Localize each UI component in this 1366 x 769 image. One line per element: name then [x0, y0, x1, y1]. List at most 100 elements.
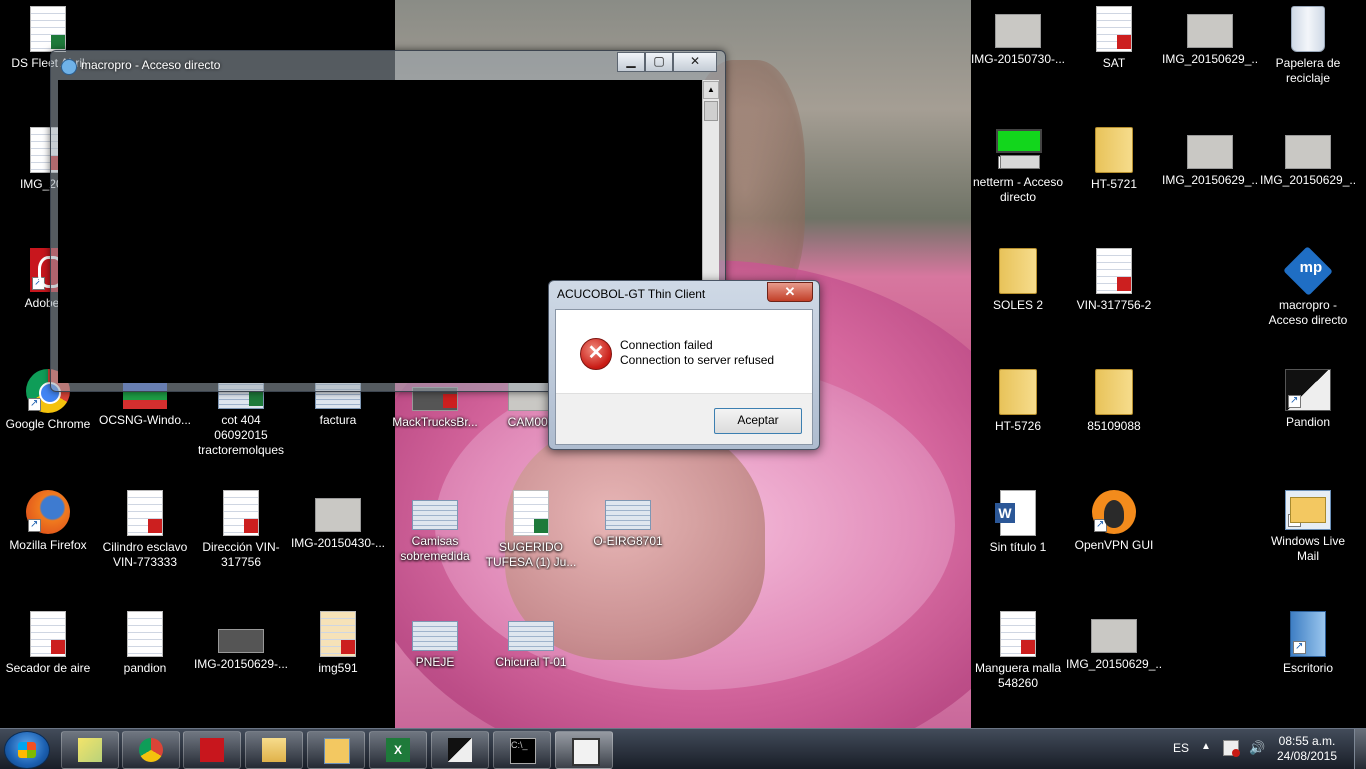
desktop-icon-cilindro[interactable]: Cilindro esclavo VIN-773333	[97, 490, 193, 570]
desktop-icon-camisas[interactable]: Camisas sobremedida	[387, 490, 483, 564]
error-dialog[interactable]: ACUCOBOL-GT Thin Client ✕ ✕ Connection f…	[548, 280, 820, 450]
dialog-title: ACUCOBOL-GT Thin Client	[557, 287, 706, 301]
dialog-message: Connection failed Connection to server r…	[620, 338, 774, 368]
taskbar-chrome[interactable]	[122, 731, 180, 769]
message-line-2: Connection to server refused	[620, 353, 775, 367]
excel-file-icon	[30, 6, 66, 52]
desktop-icon-direccion[interactable]: Dirección VIN-317756	[193, 490, 289, 570]
desktop-icon-img-20150629-dash[interactable]: IMG-20150629-...	[193, 611, 289, 672]
desktop-icon-netterm[interactable]: netterm - Acceso directo	[970, 127, 1066, 205]
desktop-icon-pandion[interactable]: Pandion	[1260, 369, 1356, 430]
taskbar-macropro-active[interactable]	[555, 731, 613, 769]
dialog-close-button[interactable]: ✕	[767, 282, 813, 302]
sticky-notes-icon	[78, 738, 102, 762]
taskbar-cmd[interactable]: C:\_	[493, 731, 551, 769]
desktop-icon-chicural[interactable]: Chicural T-01	[483, 611, 579, 670]
desktop-icon-vin-317756-2[interactable]: VIN-317756-2	[1066, 248, 1162, 313]
desktop-icon-firefox[interactable]: Mozilla Firefox	[0, 490, 96, 553]
clock-time: 08:55 a.m.	[1278, 734, 1336, 748]
image-file-icon	[412, 500, 458, 530]
multi-window-icon	[572, 738, 600, 766]
pdf-file-icon	[1096, 6, 1132, 52]
scroll-thumb[interactable]	[704, 101, 718, 121]
image-file-icon	[315, 498, 361, 532]
dialog-body: ✕ Connection failed Connection to server…	[555, 309, 813, 445]
volume-icon[interactable]: 🔊	[1249, 740, 1265, 756]
desktop-icon-img-20150629-a[interactable]: IMG_20150629_...	[1162, 6, 1258, 67]
desktop-icon-sin-titulo-1[interactable]: Sin título 1	[970, 490, 1066, 555]
language-indicator[interactable]: ES	[1173, 741, 1189, 755]
folder-icon	[999, 369, 1037, 415]
taskbar-outlook[interactable]	[307, 731, 365, 769]
netterm-icon	[996, 127, 1042, 171]
clock[interactable]: 08:55 a.m. 24/08/2015	[1272, 734, 1342, 764]
taskbar-pandion[interactable]	[431, 731, 489, 769]
dialog-button-area: Aceptar	[556, 393, 812, 444]
desktop-icon-ht-5726[interactable]: HT-5726	[970, 369, 1066, 434]
desktop-icon-img-20150730[interactable]: IMG-20150730-...	[970, 6, 1066, 67]
desktop-icon-papelera[interactable]: Papelera de reciclaje	[1260, 6, 1356, 86]
chrome-icon	[139, 738, 163, 762]
accept-button[interactable]: Aceptar	[714, 408, 802, 434]
desktop-icon-windows-live-mail[interactable]: Windows Live Mail	[1260, 490, 1356, 564]
excel-icon: X	[386, 738, 410, 762]
desktop-icon-escritorio[interactable]: Escritorio	[1260, 611, 1356, 676]
excel-file-icon	[513, 490, 549, 536]
pdf-file-icon	[320, 611, 356, 657]
desktop-icon-sugerido[interactable]: SUGERIDO TUFESA (1) Ju...	[483, 490, 579, 570]
desktop-icon-img-20150430[interactable]: IMG-20150430-...	[290, 490, 386, 551]
pdf-file-icon	[30, 611, 66, 657]
taskbar-sticky-notes[interactable]	[61, 731, 119, 769]
openvpn-icon	[1092, 490, 1136, 534]
image-file-icon	[995, 14, 1041, 48]
taskbar-explorer[interactable]	[245, 731, 303, 769]
taskbar-acrobat[interactable]	[183, 731, 241, 769]
start-button[interactable]	[4, 731, 50, 769]
show-desktop-button[interactable]	[1354, 729, 1366, 769]
desktop-icon-ht-5721[interactable]: HT-5721	[1066, 127, 1162, 192]
image-file-icon	[412, 621, 458, 651]
message-line-1: Connection failed	[620, 338, 713, 352]
desktop-icon-sat[interactable]: SAT	[1066, 6, 1162, 71]
desktop-icon-openvpn[interactable]: OpenVPN GUI	[1066, 490, 1162, 553]
folder-icon	[262, 738, 286, 762]
desktop-icon-soles-2[interactable]: SOLES 2	[970, 248, 1066, 313]
mail-icon	[1285, 490, 1331, 530]
desktop-icon-o-eirg8701[interactable]: O-EIRG8701	[580, 490, 676, 549]
pandion-icon	[1285, 369, 1331, 411]
pdf-file-icon	[223, 490, 259, 536]
show-hidden-icons-icon[interactable]: ▲	[1201, 741, 1211, 752]
desktop-icon-manguera[interactable]: Manguera malla 548260	[970, 611, 1066, 691]
folder-icon	[1095, 369, 1133, 415]
scroll-up-arrow-icon[interactable]: ▲	[703, 81, 719, 99]
image-file-icon	[1091, 619, 1137, 653]
desktop-icon-pneje[interactable]: PNEJE	[387, 611, 483, 670]
pdf-file-icon	[127, 490, 163, 536]
desktop-icon-img591[interactable]: img591	[290, 611, 386, 676]
taskbar-excel[interactable]: X	[369, 731, 427, 769]
folder-icon	[1095, 127, 1133, 173]
desktop-icon-img-20150629-d[interactable]: IMG_20150629_...	[1066, 611, 1162, 672]
app-icon	[61, 59, 77, 75]
image-file-icon	[1187, 14, 1233, 48]
mail-icon	[324, 738, 350, 764]
pandion-icon	[448, 738, 472, 762]
minimize-button[interactable]: ▁	[617, 52, 645, 72]
desktop-icon-secador[interactable]: Secador de aire	[0, 611, 96, 676]
text-file-icon	[127, 611, 163, 657]
pdf-file-icon	[1000, 611, 1036, 657]
image-file-icon	[218, 629, 264, 653]
desktop-icon-img-20150629-c[interactable]: IMG_20150629_...	[1260, 127, 1356, 188]
desktop-icon-macropro[interactable]: macropro - Acceso directo	[1260, 246, 1356, 328]
desktop-icon-pandion-doc[interactable]: pandion	[97, 611, 193, 676]
desktop-icon-85109088[interactable]: 85109088	[1066, 369, 1162, 434]
error-icon: ✕	[580, 338, 612, 370]
clock-date: 24/08/2015	[1276, 749, 1338, 763]
maximize-button[interactable]: ▢	[645, 52, 673, 72]
action-center-flag-icon[interactable]	[1223, 740, 1240, 757]
window-title: macropro - Acceso directo	[81, 58, 221, 72]
recycle-bin-icon	[1291, 6, 1325, 52]
desktop-icon-img-20150629-b[interactable]: IMG_20150629_...	[1162, 127, 1258, 188]
acrobat-icon	[200, 738, 224, 762]
close-button[interactable]: ✕	[673, 52, 717, 72]
